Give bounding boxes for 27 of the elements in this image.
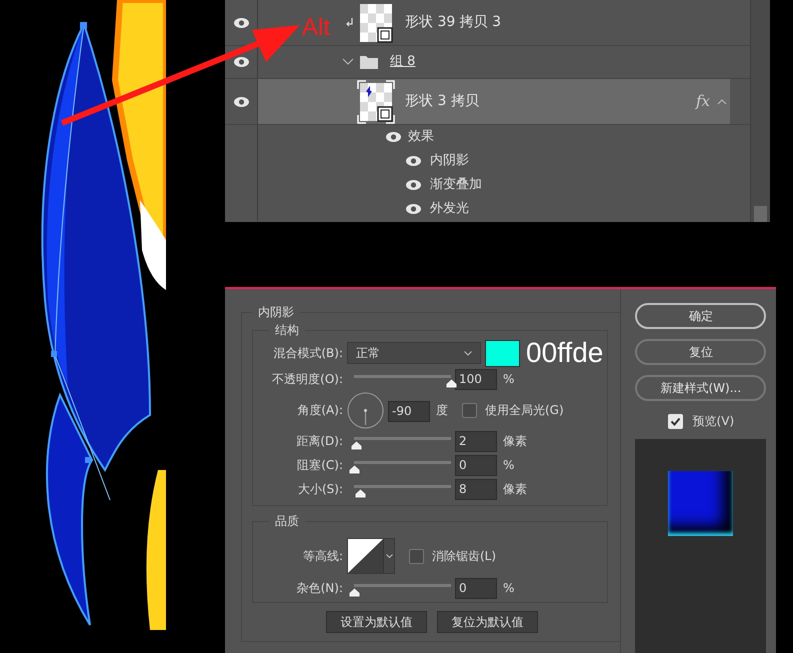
layer-name: 形状 39 拷贝 3 xyxy=(405,13,502,32)
checkbox-label: 预览(V) xyxy=(692,413,734,430)
arrow-label: Alt xyxy=(302,16,330,40)
field-label: 不透明度(O): xyxy=(271,371,344,388)
group-title: 结构 xyxy=(274,322,300,339)
unit-label: 度 xyxy=(436,402,448,419)
field-label: 等高线: xyxy=(302,548,344,565)
field-label: 阻塞(C): xyxy=(296,457,344,474)
color-code: 00ffde xyxy=(526,339,604,367)
unit-label: % xyxy=(503,457,514,474)
section-title: 内阴影 xyxy=(257,304,295,321)
field-label: 距离(D): xyxy=(295,433,344,450)
field-label: 角度(A): xyxy=(296,402,344,419)
unit-label: % xyxy=(503,580,514,597)
checkbox-label: 消除锯齿(L) xyxy=(432,548,496,565)
field-label: 大小(S): xyxy=(296,481,344,498)
field-label: 混合模式(B): xyxy=(272,345,344,362)
checkbox-label: 使用全局光(G) xyxy=(485,402,564,419)
group-name: 组 8 xyxy=(390,53,416,72)
group-title: 品质 xyxy=(274,513,300,530)
unit-label: 像素 xyxy=(503,481,527,498)
effects-label: 效果 xyxy=(408,128,434,146)
field-label: 杂色(N): xyxy=(296,580,344,597)
fx-label: fx xyxy=(696,91,710,112)
unit-label: % xyxy=(503,371,514,388)
unit-label: 像素 xyxy=(503,433,527,450)
layer-name: 形状 3 拷贝 xyxy=(405,92,479,111)
